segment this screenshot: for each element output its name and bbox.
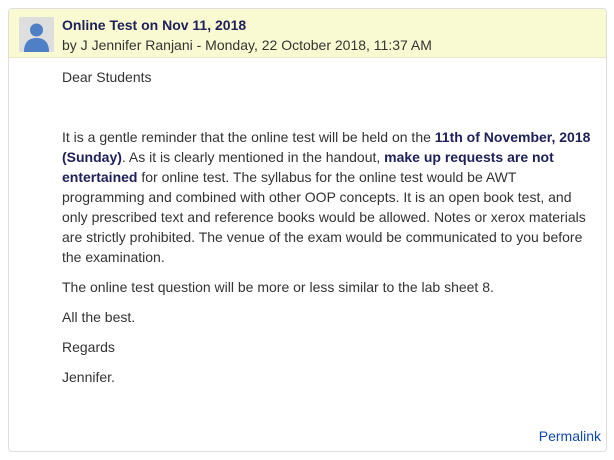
closing-regards: Regards <box>62 339 115 355</box>
post-author-line: by J Jennifer Ranjani - Monday, 22 Octob… <box>62 37 432 53</box>
closing-all-the-best: All the best. <box>62 309 136 325</box>
post-paragraph-1: It is a gentle reminder that the online … <box>62 127 592 267</box>
text-segment: It is a gentle reminder that the online … <box>62 129 435 145</box>
text-segment: for online test. The syllabus for the on… <box>62 169 586 265</box>
post-header: Online Test on Nov 11, 2018 by J Jennife… <box>9 9 606 58</box>
forum-post: Online Test on Nov 11, 2018 by J Jennife… <box>8 8 607 452</box>
signature: Jennifer. <box>62 369 115 385</box>
text-segment: . As it is clearly mentioned in the hand… <box>121 149 385 165</box>
user-avatar-icon[interactable] <box>19 17 54 52</box>
greeting: Dear Students <box>62 69 152 85</box>
post-paragraph-2: The online test question will be more or… <box>62 279 494 295</box>
post-content: Dear Students It is a gentle reminder th… <box>62 67 592 387</box>
post-subject: Online Test on Nov 11, 2018 <box>62 17 247 33</box>
permalink-link[interactable]: Permalink <box>539 428 601 444</box>
